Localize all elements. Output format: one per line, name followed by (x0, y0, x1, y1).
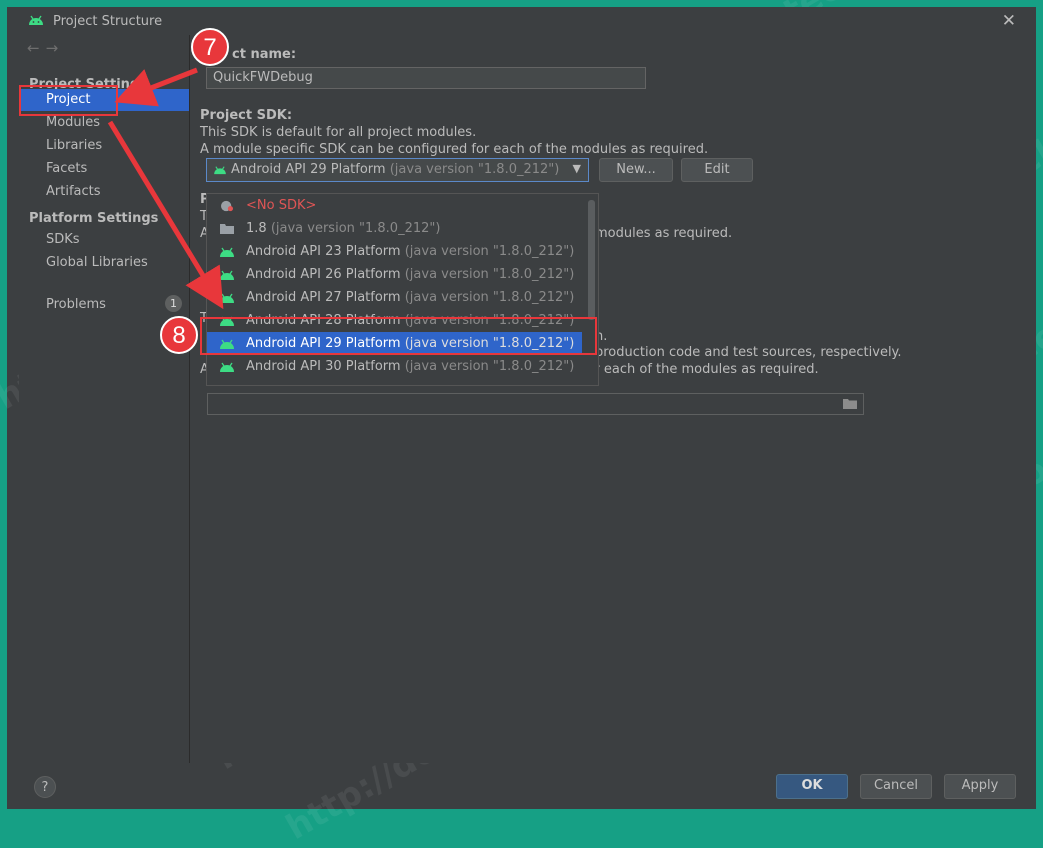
annotation-arrows (107, 67, 224, 310)
step-7-badge: 7 (191, 28, 229, 66)
project-structure-window: http://dogee.tech http://dogee.tech http… (0, 0, 1043, 848)
arrow-to-api-29 (107, 120, 224, 310)
arrow-to-project (114, 67, 198, 107)
step-8-badge: 8 (160, 316, 198, 354)
